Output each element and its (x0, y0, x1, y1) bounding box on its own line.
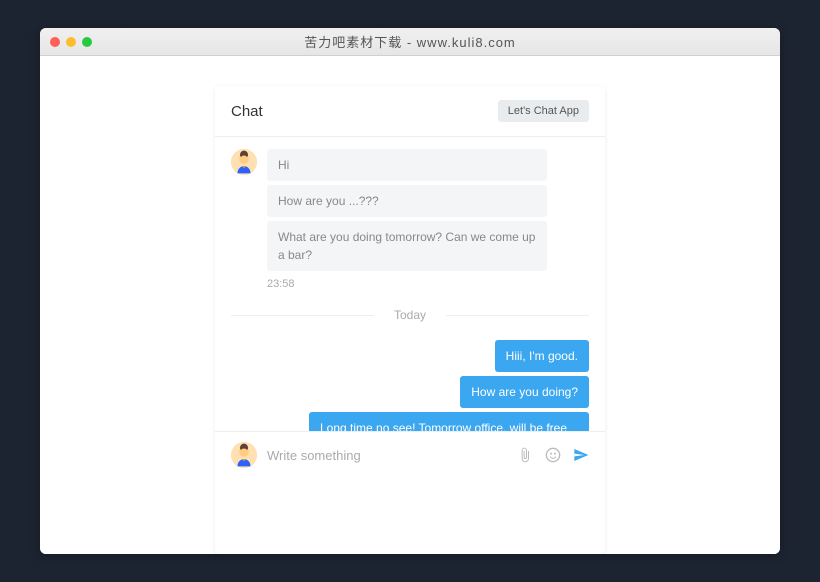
window-title: 苦力吧素材下载 - www.kuli8.com (40, 32, 780, 51)
date-divider: Today (231, 308, 589, 322)
outgoing-group: Hiii, I'm good. How are you doing? Long … (231, 340, 589, 431)
attachment-icon[interactable] (517, 447, 533, 463)
message-bubble: How are you ...??? (267, 185, 547, 217)
message-bubble: Hiii, I'm good. (495, 340, 589, 372)
message-time: 23:58 (267, 278, 547, 290)
send-icon[interactable] (573, 447, 589, 463)
emoji-icon[interactable] (545, 447, 561, 463)
chat-header: Chat Let's Chat App (215, 86, 605, 136)
avatar (231, 442, 257, 468)
browser-window: 苦力吧素材下载 - www.kuli8.com Chat Let's Chat … (40, 28, 780, 554)
window-body: Chat Let's Chat App Hi How are you ...??… (40, 56, 780, 554)
incoming-messages: Hi How are you ...??? What are you doing… (267, 149, 547, 290)
chat-body[interactable]: Hi How are you ...??? What are you doing… (215, 136, 605, 431)
chat-input-row (215, 431, 605, 478)
chat-app-button[interactable]: Let's Chat App (498, 100, 589, 122)
message-bubble: How are you doing? (460, 376, 589, 408)
window-titlebar: 苦力吧素材下载 - www.kuli8.com (40, 28, 780, 56)
input-icons (517, 447, 589, 463)
chat-card: Chat Let's Chat App Hi How are you ...??… (215, 86, 605, 554)
avatar (231, 149, 257, 175)
incoming-group: Hi How are you ...??? What are you doing… (231, 149, 589, 290)
chat-title: Chat (231, 103, 263, 120)
message-bubble: What are you doing tomorrow? Can we come… (267, 221, 547, 271)
message-bubble: Long time no see! Tomorrow office. will … (309, 412, 589, 431)
outgoing-messages: Hiii, I'm good. How are you doing? Long … (309, 340, 589, 431)
message-input[interactable] (267, 448, 507, 463)
message-bubble: Hi (267, 149, 547, 181)
